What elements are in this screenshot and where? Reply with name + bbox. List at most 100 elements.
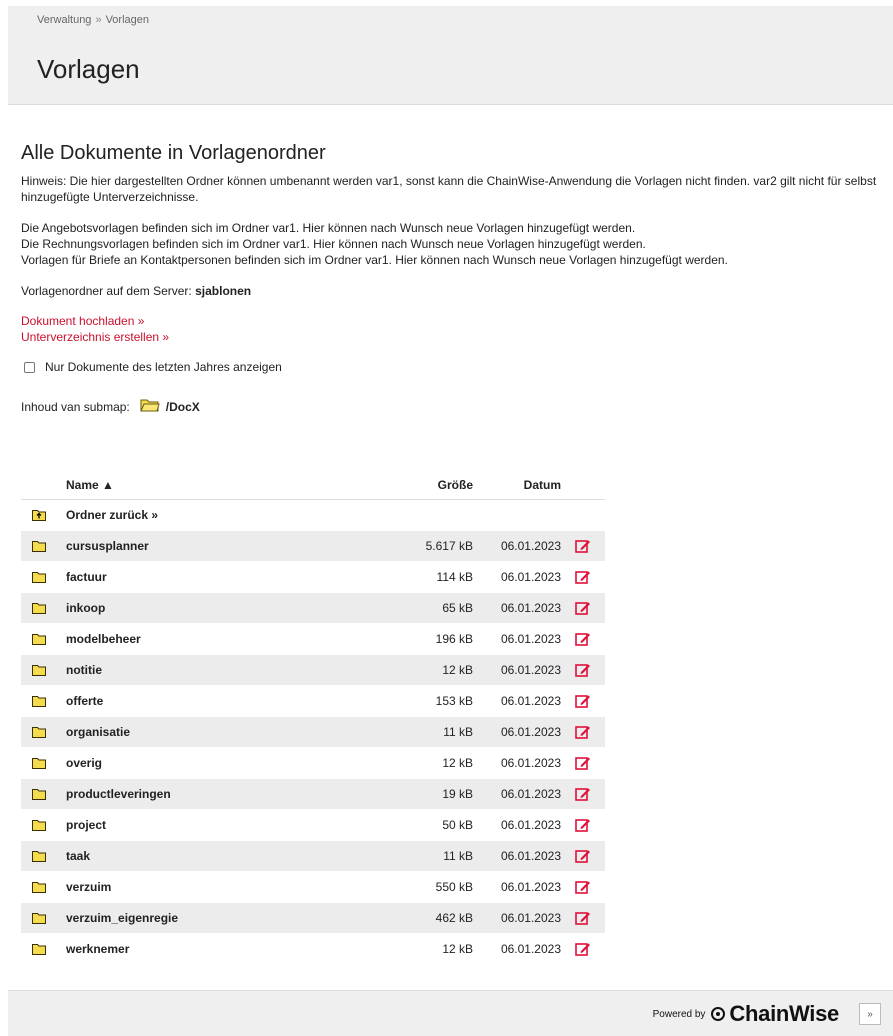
folder-icon <box>21 540 66 552</box>
table-row[interactable]: factuur 114 kB 06.01.2023 <box>21 562 605 593</box>
folder-size: 11 kB <box>443 725 473 739</box>
folder-name[interactable]: verzuim_eigenregie <box>66 911 381 925</box>
table-row[interactable]: werknemer 12 kB 06.01.2023 <box>21 934 605 965</box>
table-row[interactable]: productleveringen 19 kB 06.01.2023 <box>21 779 605 810</box>
table-row[interactable]: overig 12 kB 06.01.2023 <box>21 748 605 779</box>
info-invoice-templates: Die Rechnungsvorlagen befinden sich im O… <box>21 237 646 251</box>
edit-icon[interactable] <box>561 539 605 553</box>
breadcrumb: Verwaltung » Vorlagen <box>37 14 149 26</box>
folder-date: 06.01.2023 <box>500 880 561 894</box>
powered-by-label: Powered by <box>652 1008 706 1020</box>
action-links: Dokument hochladen » Unterverzeichnis er… <box>21 313 893 345</box>
folder-icon <box>21 788 66 800</box>
edit-icon[interactable] <box>561 694 605 708</box>
last-year-filter[interactable]: Nur Dokumente des letzten Jahres anzeige… <box>21 360 893 374</box>
table-row[interactable]: notitie 12 kB 06.01.2023 <box>21 655 605 686</box>
folder-icon <box>21 633 66 645</box>
table-row[interactable]: modelbeheer 196 kB 06.01.2023 <box>21 624 605 655</box>
folder-size: 12 kB <box>442 942 473 956</box>
folder-icon <box>21 850 66 862</box>
folder-name[interactable]: project <box>66 818 381 832</box>
folder-date: 06.01.2023 <box>500 818 561 832</box>
server-folder-label: Vorlagenordner auf dem Server: <box>21 284 192 298</box>
folder-name[interactable]: inkoop <box>66 601 381 615</box>
edit-icon[interactable] <box>561 911 605 925</box>
folder-icon <box>21 571 66 583</box>
edit-icon[interactable] <box>561 818 605 832</box>
table-row[interactable]: inkoop 65 kB 06.01.2023 <box>21 593 605 624</box>
edit-icon[interactable] <box>561 725 605 739</box>
folder-name[interactable]: taak <box>66 849 381 863</box>
page-title: Vorlagen <box>37 54 140 84</box>
edit-icon[interactable] <box>561 849 605 863</box>
folder-date: 06.01.2023 <box>500 787 561 801</box>
edit-icon[interactable] <box>561 787 605 801</box>
chainwise-brand: ChainWise <box>729 1001 839 1026</box>
table-header: Name ▲ Größe Datum <box>21 470 605 500</box>
breadcrumb-item-verwaltung[interactable]: Verwaltung <box>37 14 91 26</box>
folder-name[interactable]: overig <box>66 756 381 770</box>
upload-document-link[interactable]: Dokument hochladen » <box>21 313 893 329</box>
table-row[interactable]: taak 11 kB 06.01.2023 <box>21 841 605 872</box>
powered-by: Powered by ChainWise <box>652 1001 840 1027</box>
page-header: Verwaltung» Vorlagen Vorlagen <box>8 6 893 105</box>
folder-name[interactable]: productleveringen <box>66 787 381 801</box>
folder-icon <box>21 664 66 676</box>
edit-icon[interactable] <box>561 601 605 615</box>
edit-icon[interactable] <box>561 570 605 584</box>
create-subdirectory-link[interactable]: Unterverzeichnis erstellen » <box>21 329 893 345</box>
folder-name[interactable]: notitie <box>66 663 381 677</box>
main-content: Alle Dokumente in Vorlagenordner Hinweis… <box>21 142 893 415</box>
folder-size: 196 kB <box>435 632 473 646</box>
server-folder-value: sjablonen <box>195 284 252 298</box>
documents-table: Name ▲ Größe Datum Ordner zurück » cursu… <box>21 470 605 965</box>
column-header-date[interactable]: Datum <box>473 478 561 492</box>
server-folder-info: Vorlagenordner auf dem Server: sjablonen <box>21 284 893 298</box>
info-offer-templates: Die Angebotsvorlagen befinden sich im Or… <box>21 221 636 235</box>
breadcrumb-item-vorlagen: Vorlagen <box>105 14 149 26</box>
page-footer: Powered by ChainWise » <box>8 990 893 1036</box>
folder-name[interactable]: factuur <box>66 570 381 584</box>
folder-size: 11 kB <box>443 849 473 863</box>
table-row[interactable]: verzuim 550 kB 06.01.2023 <box>21 872 605 903</box>
folder-date: 06.01.2023 <box>500 663 561 677</box>
info-paragraphs: Die Angebotsvorlagen befinden sich im Or… <box>21 220 893 268</box>
folder-size: 65 kB <box>442 601 473 615</box>
folder-size: 462 kB <box>435 911 473 925</box>
folder-date: 06.01.2023 <box>500 601 561 615</box>
submap-label: Inhoud van submap: <box>21 399 130 414</box>
folder-back-row[interactable]: Ordner zurück » <box>21 500 605 531</box>
column-header-size[interactable]: Größe <box>381 478 473 492</box>
folder-name[interactable]: verzuim <box>66 880 381 894</box>
edit-icon[interactable] <box>561 663 605 677</box>
table-row[interactable]: cursusplanner 5.617 kB 06.01.2023 <box>21 531 605 562</box>
table-row[interactable]: verzuim_eigenregie 462 kB 06.01.2023 <box>21 903 605 934</box>
folder-name[interactable]: organisatie <box>66 725 381 739</box>
last-year-checkbox[interactable] <box>24 361 35 373</box>
table-row[interactable]: offerte 153 kB 06.01.2023 <box>21 686 605 717</box>
table-row[interactable]: project 50 kB 06.01.2023 <box>21 810 605 841</box>
folder-back-link[interactable]: Ordner zurück » <box>66 508 381 522</box>
folder-name[interactable]: modelbeheer <box>66 632 381 646</box>
folder-date: 06.01.2023 <box>500 756 561 770</box>
edit-icon[interactable] <box>561 880 605 894</box>
edit-icon[interactable] <box>561 756 605 770</box>
edit-icon[interactable] <box>561 942 605 956</box>
column-header-name[interactable]: Name ▲ <box>66 478 381 492</box>
folder-icon <box>21 881 66 893</box>
edit-icon[interactable] <box>561 632 605 646</box>
scroll-down-button[interactable]: » <box>859 1003 881 1025</box>
folder-size: 12 kB <box>442 756 473 770</box>
folder-up-icon <box>21 509 66 521</box>
folder-name[interactable]: werknemer <box>66 942 381 956</box>
submap-path-value: /DocX <box>165 399 200 414</box>
folder-name[interactable]: offerte <box>66 694 381 708</box>
folder-date: 06.01.2023 <box>500 911 561 925</box>
folder-name[interactable]: cursusplanner <box>66 539 381 553</box>
table-row[interactable]: organisatie 11 kB 06.01.2023 <box>21 717 605 748</box>
folder-date: 06.01.2023 <box>500 849 561 863</box>
folder-size: 153 kB <box>435 694 473 708</box>
last-year-checkbox-label[interactable]: Nur Dokumente des letzten Jahres anzeige… <box>45 360 282 374</box>
folder-size: 12 kB <box>442 663 473 677</box>
section-title: Alle Dokumente in Vorlagenordner <box>21 142 326 164</box>
